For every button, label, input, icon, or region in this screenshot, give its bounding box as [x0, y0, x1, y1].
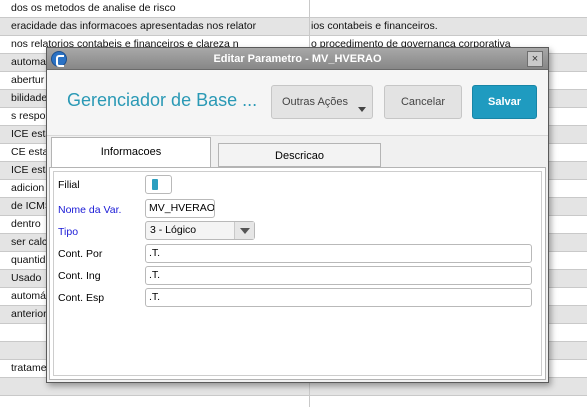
- chevron-down-icon[interactable]: [234, 222, 254, 239]
- page-title: Gerenciador de Base ...: [67, 90, 258, 110]
- table-row[interactable]: eracidade das informacoes apresentadas n…: [0, 18, 587, 36]
- cont-ing-label: Cont. Ing: [58, 270, 101, 282]
- tab-panel: Filial Nome da Var. MV_HVERAO Tipo 3 - L…: [49, 167, 546, 380]
- table-row[interactable]: [0, 396, 587, 407]
- dialog-title: Editar Parametro - MV_HVERAO: [213, 53, 382, 65]
- nome-var-label: Nome da Var.: [58, 204, 122, 216]
- cont-esp-field[interactable]: .T.: [145, 288, 532, 307]
- filial-label: Filial: [58, 179, 80, 191]
- save-button[interactable]: Salvar: [472, 85, 537, 119]
- cont-por-field[interactable]: .T.: [145, 244, 532, 263]
- nome-var-field[interactable]: MV_HVERAO: [145, 199, 215, 218]
- edit-parameter-dialog: Editar Parametro - MV_HVERAO × Gerenciad…: [46, 47, 549, 383]
- tipo-value: 3 - Lógico: [150, 224, 197, 236]
- close-icon[interactable]: ×: [527, 51, 543, 67]
- table-cell: [0, 396, 310, 407]
- chevron-down-icon: [358, 107, 366, 112]
- tipo-select[interactable]: 3 - Lógico: [145, 221, 255, 240]
- tipo-label: Tipo: [58, 226, 79, 238]
- table-cell: ios contabeis e financeiros.: [311, 20, 438, 32]
- dialog-titlebar: Editar Parametro - MV_HVERAO ×: [47, 48, 548, 70]
- table-cell: dos os metodos de analise de risco: [0, 0, 310, 18]
- table-row[interactable]: dos os metodos de analise de risco: [0, 0, 587, 18]
- more-actions-label: Outras Ações: [282, 96, 349, 108]
- table-cell: eracidade das informacoes apresentadas n…: [0, 18, 310, 36]
- toggle-knob: [152, 179, 158, 190]
- dialog-header: Gerenciador de Base ... Outras Ações Can…: [47, 70, 548, 136]
- cont-por-label: Cont. Por: [58, 248, 103, 260]
- tab-informacoes[interactable]: Informacoes: [51, 137, 211, 168]
- filial-toggle[interactable]: [145, 175, 172, 194]
- form-area: Filial Nome da Var. MV_HVERAO Tipo 3 - L…: [53, 171, 542, 376]
- cancel-button[interactable]: Cancelar: [384, 85, 462, 119]
- more-actions-button[interactable]: Outras Ações: [271, 85, 373, 119]
- tab-descricao[interactable]: Descricao: [218, 143, 381, 167]
- tab-bar: Descricao Informacoes: [47, 136, 548, 168]
- cont-ing-field[interactable]: .T.: [145, 266, 532, 285]
- cont-esp-label: Cont. Esp: [58, 292, 105, 304]
- table-cell: [310, 396, 587, 407]
- table-cell: [310, 0, 587, 18]
